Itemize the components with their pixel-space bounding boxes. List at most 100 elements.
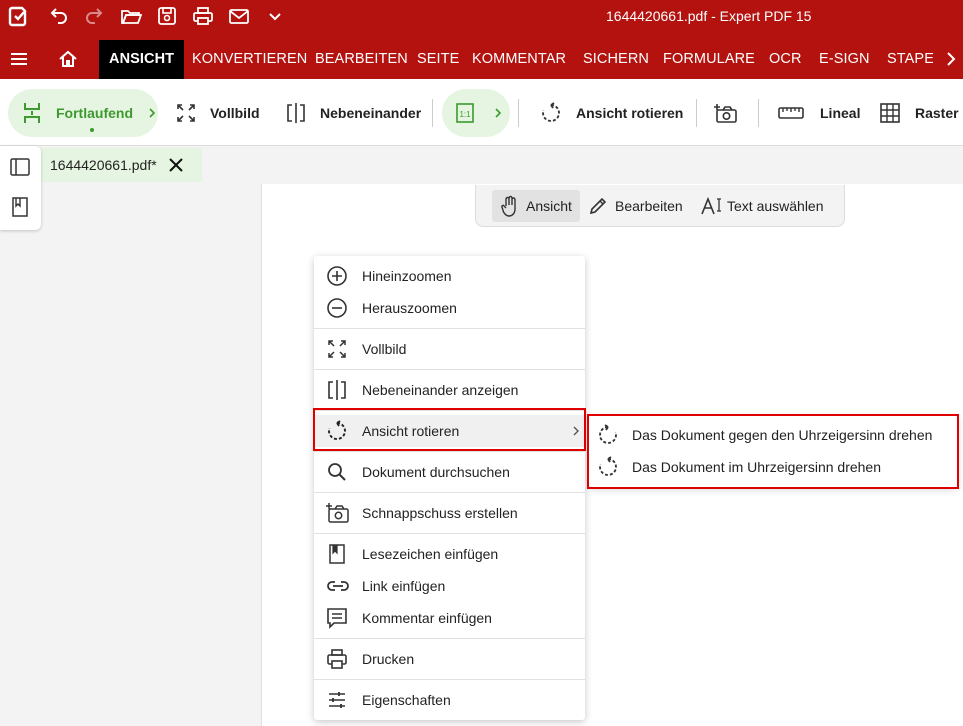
menu-item-snapshot[interactable]: Schnappschuss erstellen xyxy=(314,497,585,529)
tab-ansicht[interactable]: ANSICHT xyxy=(99,40,185,79)
context-menu: Hineinzoomen Herauszoomen Vollbild Neben… xyxy=(314,256,585,720)
menu-item-zoom-in[interactable]: Hineinzoomen xyxy=(314,260,585,292)
close-icon[interactable] xyxy=(166,155,186,175)
menu-item-properties[interactable]: Eigenschaften xyxy=(314,684,585,716)
print-icon[interactable] xyxy=(191,4,215,28)
sidebar-toggle-icon[interactable] xyxy=(10,158,30,176)
menu-item-label: Eigenschaften xyxy=(362,692,451,708)
window-title: 1644420661.pdf - Expert PDF 15 xyxy=(606,8,812,24)
text-select-icon xyxy=(700,196,722,216)
ruler-button[interactable]: Lineal xyxy=(778,89,860,137)
grid-label: Raster xyxy=(915,105,959,121)
fullscreen-button[interactable]: Vollbild xyxy=(176,89,260,137)
save-icon[interactable] xyxy=(155,4,179,28)
highlight-rotate-item xyxy=(313,408,586,451)
menu-item-bookmark[interactable]: Lesezeichen einfügen xyxy=(314,538,585,570)
pencil-icon xyxy=(588,196,608,216)
bookmark-panel-icon[interactable] xyxy=(12,197,28,217)
select-text-button[interactable]: Text auswählen xyxy=(700,190,824,222)
app-logo-icon[interactable] xyxy=(6,4,30,28)
tab-formulare[interactable]: FORMULARE xyxy=(663,40,755,79)
mail-icon[interactable] xyxy=(227,4,251,28)
menu-item-comment[interactable]: Kommentar einfügen xyxy=(314,602,585,634)
menu-item-label: Kommentar einfügen xyxy=(362,610,492,626)
tab-stapel[interactable]: STAPEL xyxy=(887,40,933,79)
view-mode-button[interactable]: Ansicht xyxy=(492,190,580,222)
menu-divider xyxy=(314,328,585,329)
ribbon-separator xyxy=(518,99,519,127)
link-icon xyxy=(326,575,349,597)
hamburger-menu-icon[interactable] xyxy=(7,47,31,71)
open-folder-icon[interactable] xyxy=(119,4,143,28)
comment-icon xyxy=(326,607,348,629)
snapshot-icon xyxy=(714,102,738,124)
mode-toolbar: Ansicht Bearbeiten Text auswählen xyxy=(475,185,845,227)
fullscreen-icon xyxy=(176,103,196,123)
chevron-right-icon[interactable] xyxy=(493,107,503,119)
ruler-label: Lineal xyxy=(820,105,861,121)
menu-divider xyxy=(314,638,585,639)
properties-icon xyxy=(326,689,348,711)
menu-item-link[interactable]: Link einfügen xyxy=(314,570,585,602)
side-by-side-button[interactable]: Nebeneinander xyxy=(286,89,421,137)
snapshot-button[interactable] xyxy=(714,89,738,137)
menu-item-print[interactable]: Drucken xyxy=(314,643,585,675)
tab-seite[interactable]: SEITE xyxy=(417,40,459,79)
menu-item-label: Nebeneinander anzeigen xyxy=(362,382,519,398)
actual-size-button[interactable]: 1:1 xyxy=(455,89,503,137)
menu-item-side-by-side[interactable]: Nebeneinander anzeigen xyxy=(314,374,585,406)
chevron-right-icon[interactable] xyxy=(939,47,963,71)
grid-button[interactable]: Raster xyxy=(879,89,959,137)
menu-item-label: Hineinzoomen xyxy=(362,268,452,284)
left-side-toolbar xyxy=(0,146,41,230)
continuous-icon xyxy=(22,101,42,125)
document-tab-label: 1644420661.pdf* xyxy=(50,157,157,173)
tab-konvertieren[interactable]: KONVERTIEREN xyxy=(192,40,307,79)
home-icon[interactable] xyxy=(56,47,80,71)
menu-item-label: Drucken xyxy=(362,651,415,667)
continuous-label: Fortlaufend xyxy=(56,105,133,121)
edit-mode-button[interactable]: Bearbeiten xyxy=(588,190,683,222)
grid-icon xyxy=(879,102,901,124)
svg-text:1:1: 1:1 xyxy=(459,110,471,119)
rotate-icon xyxy=(540,102,562,124)
fullscreen-icon xyxy=(326,338,348,360)
menu-item-fullscreen[interactable]: Vollbild xyxy=(314,333,585,365)
side-by-side-icon xyxy=(286,102,306,124)
menu-divider xyxy=(314,492,585,493)
tab-bearbeiten[interactable]: BEARBEITEN xyxy=(315,40,408,79)
highlight-submenu xyxy=(587,414,959,489)
menu-item-label: Schnappschuss erstellen xyxy=(362,505,518,521)
zoom-out-icon xyxy=(326,297,348,319)
fullscreen-label: Vollbild xyxy=(210,105,260,121)
chevron-right-icon[interactable] xyxy=(147,107,157,119)
menu-item-zoom-out[interactable]: Herauszoomen xyxy=(314,292,585,324)
rotate-view-button[interactable]: Ansicht rotieren xyxy=(540,89,683,137)
ribbon-separator xyxy=(696,99,697,127)
tab-ocr[interactable]: OCR xyxy=(769,40,802,79)
tab-kommentar[interactable]: KOMMENTAR xyxy=(472,40,566,79)
chevron-down-icon[interactable] xyxy=(263,4,287,28)
menu-divider xyxy=(314,533,585,534)
menu-divider xyxy=(314,451,585,452)
redo-icon[interactable] xyxy=(83,4,107,28)
actual-size-icon: 1:1 xyxy=(455,102,475,124)
menu-item-search[interactable]: Dokument durchsuchen xyxy=(314,456,585,488)
edit-mode-label: Bearbeiten xyxy=(615,198,683,214)
menu-item-label: Vollbild xyxy=(362,341,407,357)
active-indicator xyxy=(90,128,94,132)
title-bar: 1644420661.pdf - Expert PDF 15 xyxy=(0,0,963,32)
tab-sichern[interactable]: SICHERN xyxy=(583,40,649,79)
ribbon: Fortlaufend Vollbild Nebeneinander 1:1 A… xyxy=(0,79,963,146)
menu-item-label: Link einfügen xyxy=(362,578,446,594)
search-icon xyxy=(326,461,348,483)
bookmark-icon xyxy=(326,543,348,565)
undo-icon[interactable] xyxy=(46,4,70,28)
tab-esign[interactable]: E-SIGN xyxy=(819,40,870,79)
side-by-side-icon xyxy=(326,379,348,401)
menu-divider xyxy=(314,679,585,680)
snapshot-icon xyxy=(326,502,349,524)
rotate-view-label: Ansicht rotieren xyxy=(576,105,684,121)
menubar-spacer xyxy=(0,32,963,40)
menu-bar: ANSICHT KONVERTIEREN BEARBEITEN SEITE KO… xyxy=(0,40,963,79)
